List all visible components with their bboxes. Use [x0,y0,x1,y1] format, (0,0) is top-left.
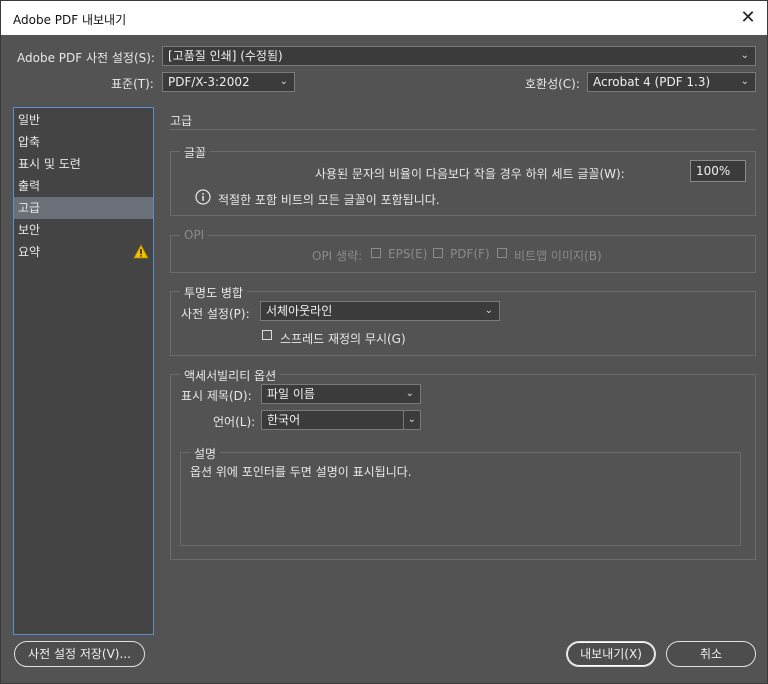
fonts-group-title: 글꼴 [180,144,211,161]
preset-dropdown[interactable]: [고품질 인쇄] (수정됨) ⌄ [162,46,756,66]
flattener-preset-dropdown[interactable]: 서체아웃라인 ⌄ [260,301,500,321]
panel-title: 고급 [170,114,193,128]
sidebar-item-summary[interactable]: 요약 [14,241,153,263]
fonts-info-text: 적절한 포함 비트의 모든 글꼴이 포함됩니다. [218,193,440,207]
ignore-spread-checkbox[interactable] [262,330,272,340]
chevron-down-icon: ⌄ [405,388,414,399]
sidebar-item-label: 일반 [18,113,41,127]
compat-dropdown[interactable]: Acrobat 4 (PDF 1.3) ⌄ [587,72,756,92]
chevron-down-icon: ⌄ [740,76,749,87]
opi-eps-checkbox[interactable] [371,248,381,258]
sidebar-item-label: 보안 [18,223,41,237]
transparency-group-title: 투명도 병합 [180,284,248,301]
subset-threshold-input[interactable]: 100% [690,160,746,182]
subset-label: 사용된 문자의 비율이 다음보다 작을 경우 하위 세트 글꼴(W): [315,167,625,181]
chevron-down-icon: ⌄ [402,411,416,429]
window-title: Adobe PDF 내보내기 [13,13,127,27]
info-icon [195,189,211,205]
export-button[interactable]: 내보내기(X) [566,641,656,667]
opi-eps-label: EPS(E) [388,247,428,261]
opi-pdf-label: PDF(F) [450,247,490,261]
panel-title-divider [170,129,756,130]
chevron-down-icon: ⌄ [279,76,288,87]
cancel-button[interactable]: 취소 [666,641,756,667]
description-title: 설명 [190,445,221,462]
language-label: 언어(L): [213,415,256,429]
sidebar-item-advanced[interactable]: 고급 [14,197,153,219]
save-preset-button[interactable]: 사전 설정 저장(V)... [14,641,145,667]
sidebar-item-label: 고급 [18,201,41,215]
ignore-spread-label: 스프레드 재정의 무시(G) [280,332,406,346]
chevron-down-icon: ⌄ [740,50,749,61]
display-title-dropdown[interactable]: 파일 이름 ⌄ [261,384,421,404]
chevron-down-icon: ⌄ [484,305,493,316]
language-dropdown[interactable]: 한국어 ⌄ [261,410,421,430]
sidebar-item-label: 출력 [18,179,41,193]
language-value: 한국어 [267,413,301,427]
display-title-label: 표시 제목(D): [181,389,252,403]
compat-label: 호환성(C): [525,77,580,91]
standard-dropdown[interactable]: PDF/X-3:2002 ⌄ [162,72,295,92]
compat-value: Acrobat 4 (PDF 1.3) [593,75,711,89]
sidebar-item-label: 압축 [18,135,41,149]
sidebar-item-label: 요약 [18,245,41,259]
category-list: 일반 압축 표시 및 도련 출력 고급 보안 요약 [13,107,154,635]
export-pdf-dialog: Adobe PDF 내보내기 ✕ Adobe PDF 사전 설정(S): [고품… [0,0,768,684]
opi-pdf-checkbox[interactable] [433,248,443,258]
standard-value: PDF/X-3:2002 [168,75,250,89]
flattener-preset-value: 서체아웃라인 [266,304,333,318]
standard-label: 표준(T): [111,77,154,91]
sidebar-item-security[interactable]: 보안 [14,219,153,241]
opi-group-title: OPI [180,228,209,242]
preset-value: [고품질 인쇄] (수정됨) [168,49,283,63]
opi-omit-label: OPI 생략: [312,249,363,263]
accessibility-group-title: 액세서빌리티 옵션 [180,367,281,384]
sidebar-item-marks-bleeds[interactable]: 표시 및 도련 [14,153,153,175]
opi-bitmap-checkbox[interactable] [497,248,507,258]
title-bar: Adobe PDF 내보내기 ✕ [1,1,767,35]
description-text: 옵션 위에 포인터를 두면 설명이 표시됩니다. [190,465,412,479]
sidebar-item-output[interactable]: 출력 [14,175,153,197]
flattener-preset-label: 사전 설정(P): [181,307,250,321]
sidebar-item-compression[interactable]: 압축 [14,131,153,153]
opi-bitmap-label: 비트맵 이미지(B) [514,249,602,263]
display-title-value: 파일 이름 [267,387,315,401]
sidebar-item-general[interactable]: 일반 [14,109,153,131]
warning-triangle-icon [133,244,149,259]
close-icon[interactable]: ✕ [737,7,759,29]
sidebar-item-label: 표시 및 도련 [18,157,81,171]
preset-label: Adobe PDF 사전 설정(S): [17,51,155,65]
